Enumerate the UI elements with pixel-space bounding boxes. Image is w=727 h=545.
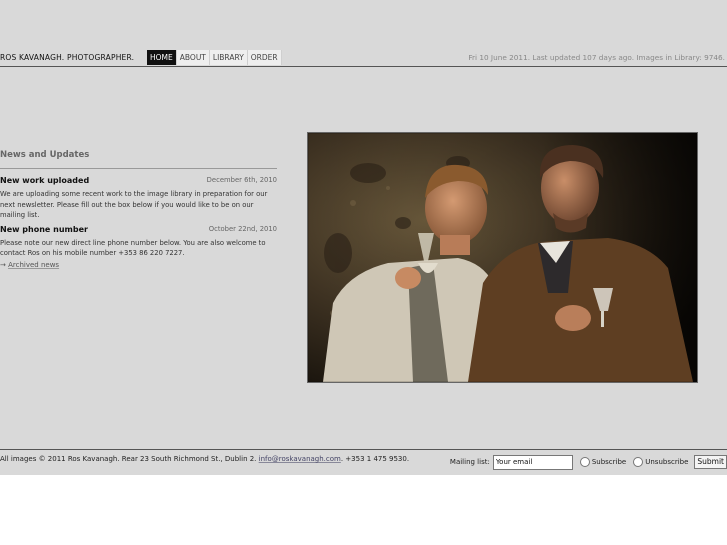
submit-button[interactable]: Submit: [694, 455, 727, 469]
mailing-list-form: Mailing list: Subscribe Unsubscribe Subm…: [449, 454, 727, 470]
header: ROS KAVANAGH. PHOTOGRAPHER. HOME ABOUT L…: [0, 49, 727, 67]
copyright-text: All images © 2011 Ros Kavanagh. Rear 23 …: [0, 455, 259, 463]
news-body: Please note our new direct line phone nu…: [0, 238, 266, 258]
arrow-icon: →: [0, 260, 9, 269]
news-body: We are uploading some recent work to the…: [0, 190, 268, 219]
page-background: ROS KAVANAGH. PHOTOGRAPHER. HOME ABOUT L…: [0, 0, 727, 475]
subscribe-label: Subscribe: [591, 458, 627, 466]
footer: All images © 2011 Ros Kavanagh. Rear 23 …: [0, 449, 727, 476]
nav-home[interactable]: HOME: [147, 50, 177, 65]
nav-about[interactable]: ABOUT: [176, 50, 210, 65]
phone-text: . +353 1 475 9530.: [340, 455, 410, 463]
nav-library[interactable]: LIBRARY: [209, 50, 248, 65]
archived-news-link[interactable]: → Archived news: [0, 261, 277, 269]
news-heading: News and Updates: [0, 150, 277, 169]
status-line: Fri 10 June 2011. Last updated 107 days …: [468, 53, 725, 62]
subscribe-radio[interactable]: [579, 457, 590, 467]
unsubscribe-radio[interactable]: [633, 457, 644, 467]
news-title: New work uploaded: [0, 176, 90, 185]
unsubscribe-label: Unsubscribe: [645, 458, 689, 466]
news-item: New work uploaded December 6th, 2010 We …: [0, 176, 277, 221]
featured-photo: [307, 132, 698, 383]
news-title: New phone number: [0, 224, 88, 234]
news-section: News and Updates New work uploaded Decem…: [0, 150, 277, 269]
archived-news-label: Archived news: [8, 260, 60, 269]
email-input[interactable]: [492, 454, 573, 470]
site-title[interactable]: ROS KAVANAGH. PHOTOGRAPHER.: [0, 53, 134, 62]
main-nav: HOME ABOUT LIBRARY ORDER: [147, 50, 282, 66]
news-date: October 22nd, 2010: [208, 224, 277, 233]
email-link[interactable]: info@roskavanagh.com: [259, 455, 341, 463]
mailing-list-label: Mailing list:: [449, 458, 490, 466]
nav-order[interactable]: ORDER: [247, 50, 282, 65]
news-date: December 6th, 2010: [206, 176, 277, 184]
news-item: New phone number October 22nd, 2010 Plea…: [0, 225, 277, 259]
copyright: All images © 2011 Ros Kavanagh. Rear 23 …: [0, 455, 409, 463]
